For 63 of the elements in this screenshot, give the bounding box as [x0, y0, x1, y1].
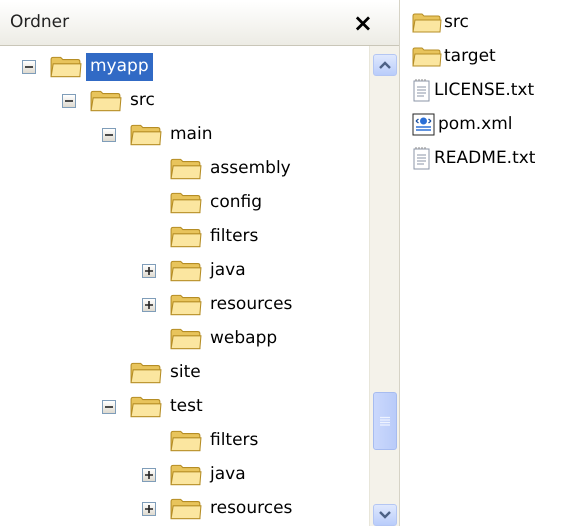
- xml-file-icon: [412, 113, 436, 137]
- text-file-icon: [412, 147, 432, 171]
- scroll-up-button[interactable]: [372, 54, 396, 76]
- folder-icon: [170, 191, 202, 215]
- folder-icon: [170, 327, 202, 351]
- folder-icon: [412, 46, 442, 68]
- collapse-toggle[interactable]: [62, 94, 76, 108]
- minus-icon: [25, 63, 33, 71]
- expand-toggle[interactable]: [142, 502, 156, 516]
- tree-item[interactable]: java: [206, 257, 250, 285]
- minus-icon: [105, 403, 113, 411]
- tree-item[interactable]: assembly: [206, 155, 295, 183]
- folder-icon: [170, 157, 202, 181]
- minus-icon: [105, 131, 113, 139]
- file-item[interactable]: pom.xml: [438, 112, 512, 138]
- pane-title: Ordner: [10, 10, 70, 34]
- plus-icon: [145, 471, 153, 479]
- tree-item[interactable]: resources: [206, 495, 296, 523]
- file-item[interactable]: src: [444, 10, 469, 36]
- folder-icon: [130, 395, 162, 419]
- plus-icon: [145, 301, 153, 309]
- tree-item[interactable]: myapp: [86, 53, 153, 81]
- expand-toggle[interactable]: [142, 468, 156, 482]
- tree-item[interactable]: config: [206, 189, 266, 217]
- tree-item[interactable]: src: [126, 87, 159, 115]
- tree-item[interactable]: filters: [206, 427, 262, 455]
- tree-item[interactable]: java: [206, 461, 250, 489]
- file-item[interactable]: README.txt: [434, 146, 536, 172]
- folder-icon: [170, 429, 202, 453]
- folder-icon: [170, 463, 202, 487]
- scrollbar[interactable]: [369, 46, 399, 526]
- file-item[interactable]: LICENSE.txt: [434, 78, 534, 104]
- tree-item[interactable]: test: [166, 393, 207, 421]
- file-item[interactable]: target: [444, 44, 496, 70]
- folder-icon: [170, 259, 202, 283]
- expand-toggle[interactable]: [142, 298, 156, 312]
- folder-icon: [170, 293, 202, 317]
- folder-icon: [50, 55, 82, 79]
- grip-icon: [380, 416, 390, 426]
- plus-icon: [145, 505, 153, 513]
- folder-icon: [170, 225, 202, 249]
- scroll-thumb[interactable]: [372, 392, 396, 450]
- caret-down-icon: [378, 510, 390, 519]
- tree-item[interactable]: filters: [206, 223, 262, 251]
- tree-item[interactable]: main: [166, 121, 216, 149]
- plus-icon: [145, 267, 153, 275]
- expand-toggle[interactable]: [142, 264, 156, 278]
- folder-icon: [130, 123, 162, 147]
- tree-item[interactable]: webapp: [206, 325, 282, 353]
- minus-icon: [65, 97, 73, 105]
- folder-icon: [130, 361, 162, 385]
- folder-icon: [90, 89, 122, 113]
- caret-up-icon: [378, 61, 390, 70]
- folder-icon: [170, 497, 202, 521]
- collapse-toggle[interactable]: [102, 400, 116, 414]
- scroll-down-button[interactable]: [372, 504, 396, 526]
- folder-icon: [412, 12, 442, 34]
- close-button[interactable]: ×: [348, 10, 377, 34]
- collapse-toggle[interactable]: [22, 60, 36, 74]
- tree-item[interactable]: site: [166, 359, 205, 387]
- collapse-toggle[interactable]: [102, 128, 116, 142]
- tree-item[interactable]: resources: [206, 291, 296, 319]
- text-file-icon: [412, 79, 432, 103]
